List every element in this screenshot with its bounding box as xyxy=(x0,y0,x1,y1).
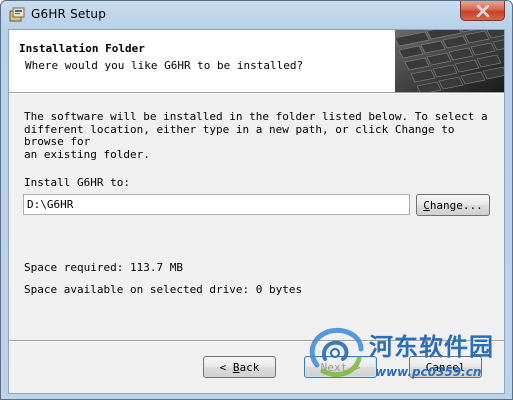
setup-package-icon xyxy=(9,7,25,23)
header-divider xyxy=(9,92,504,94)
watermark: 河东软件园 www.pc0359.cn xyxy=(301,323,511,387)
setup-window: G6HR Setup Installation Folder Where wou… xyxy=(0,0,513,400)
back-button-mnemonic: B xyxy=(232,360,240,374)
change-button[interactable]: Change... xyxy=(416,194,490,216)
wizard-header: Installation Folder Where would you like… xyxy=(9,30,504,92)
change-button-mnemonic: C xyxy=(423,198,430,212)
close-icon xyxy=(476,4,490,17)
watermark-chinese-text: 河东软件园 xyxy=(369,332,494,361)
keyboard-image xyxy=(395,30,504,92)
install-path-input[interactable] xyxy=(23,194,410,215)
window-title: G6HR Setup xyxy=(31,7,107,21)
change-button-label: hange... xyxy=(429,198,483,212)
space-required-text: Space required: 113.7 MB xyxy=(24,261,183,274)
back-button[interactable]: < Back xyxy=(203,356,276,378)
title-bar[interactable]: G6HR Setup xyxy=(1,1,512,29)
back-arrow: < xyxy=(219,360,227,374)
description-text: The software will be installed in the fo… xyxy=(24,110,488,161)
install-path-label: Install G6HR to: xyxy=(24,176,130,189)
space-available-text: Space available on selected drive: 0 byt… xyxy=(24,283,303,296)
page-title: Installation Folder xyxy=(19,42,145,55)
page-subtitle: Where would you like G6HR to be installe… xyxy=(25,59,304,72)
close-button[interactable] xyxy=(460,1,505,21)
swirl-logo-icon xyxy=(303,325,367,387)
back-button-label: ack xyxy=(239,360,260,374)
watermark-url: www.pc0359.cn xyxy=(375,365,482,379)
